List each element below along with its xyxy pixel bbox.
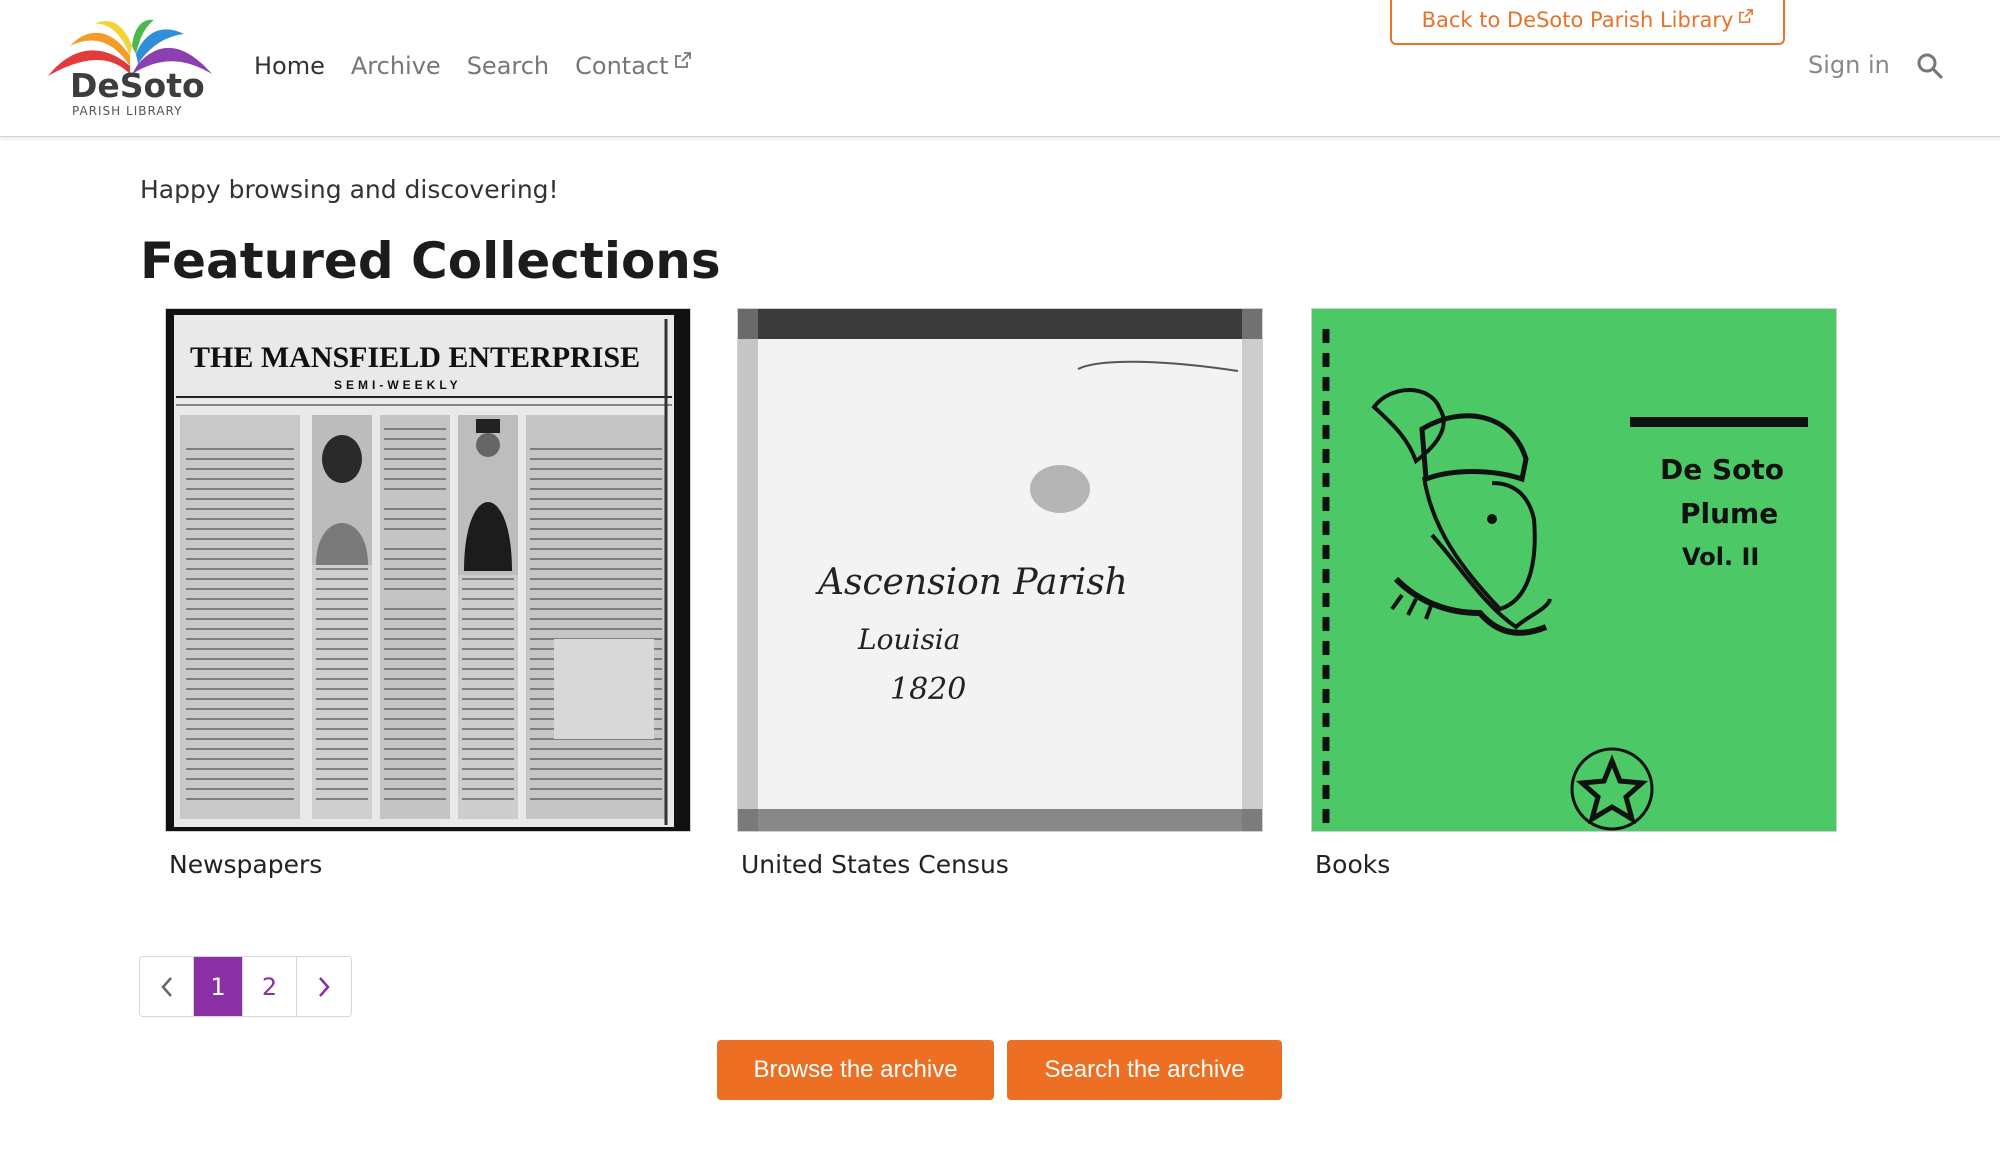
section-title: Featured Collections [140,232,721,290]
nav-contact-label: Contact [575,52,669,80]
collection-card-books[interactable]: De Soto Plume Vol. II Books [1311,308,1837,879]
external-link-icon [674,52,691,68]
collection-caption[interactable]: Newspapers [169,850,691,879]
main-nav: Home Archive Search Contact [254,52,691,80]
chevron-left-icon [160,976,172,997]
back-to-library-button[interactable]: Back to DeSoto Parish Library [1390,0,1785,45]
nav-search-link[interactable]: Search [467,52,549,80]
census-image: Ascension Parish Louisia 1820 [738,309,1262,831]
book-title-1: De Soto [1660,453,1784,486]
pagination-page-2[interactable]: 2 [243,957,297,1016]
search-icon[interactable] [1916,52,1944,80]
back-to-library-label: Back to DeSoto Parish Library [1421,7,1734,32]
intro-text: Happy browsing and discovering! [140,175,559,204]
browse-archive-button[interactable]: Browse the archive [717,1040,994,1100]
book-title-3: Vol. II [1682,543,1759,571]
pagination-page-1[interactable]: 1 [194,957,243,1016]
site-header: DeSoto PARISH LIBRARY Home Archive Searc… [0,0,2000,137]
sign-in-link[interactable]: Sign in [1808,51,1890,79]
nav-home-link[interactable]: Home [254,52,325,80]
nav-contact-link[interactable]: Contact [575,52,691,80]
collection-card-newspapers[interactable]: THE MANSFIELD ENTERPRISE SEMI-WEEKLY New… [165,308,691,879]
book-title-2: Plume [1680,497,1778,530]
pagination-next-button[interactable] [297,957,351,1016]
pagination: 1 2 [139,956,352,1017]
search-archive-button[interactable]: Search the archive [1007,1040,1282,1100]
archive-actions: Browse the archive Search the archive [717,1040,1282,1100]
external-link-icon [1739,8,1754,23]
collection-caption[interactable]: Books [1315,850,1837,879]
collection-card-census[interactable]: Ascension Parish Louisia 1820 United Sta… [737,308,1263,879]
logo-title: DeSoto [70,66,205,105]
book-cover-image: De Soto Plume Vol. II [1312,309,1836,831]
desoto-logo[interactable]: DeSoto PARISH LIBRARY [42,16,218,120]
pagination-prev-button[interactable] [140,957,194,1016]
logo-subtitle: PARISH LIBRARY [72,104,183,118]
census-line-3: 1820 [890,672,966,707]
newspaper-subtitle: SEMI-WEEKLY [334,378,462,392]
census-line-1: Ascension Parish [815,562,1128,603]
chevron-right-icon [319,976,330,997]
census-line-2: Louisia [857,623,960,656]
newspaper-image: THE MANSFIELD ENTERPRISE SEMI-WEEKLY [166,309,690,831]
nav-archive-link[interactable]: Archive [351,52,441,80]
collection-caption[interactable]: United States Census [741,850,1263,879]
newspaper-thumbnail[interactable]: THE MANSFIELD ENTERPRISE SEMI-WEEKLY [165,308,691,832]
census-thumbnail[interactable]: Ascension Parish Louisia 1820 [737,308,1263,832]
newspaper-masthead: THE MANSFIELD ENTERPRISE [190,341,640,374]
books-thumbnail[interactable]: De Soto Plume Vol. II [1311,308,1837,832]
